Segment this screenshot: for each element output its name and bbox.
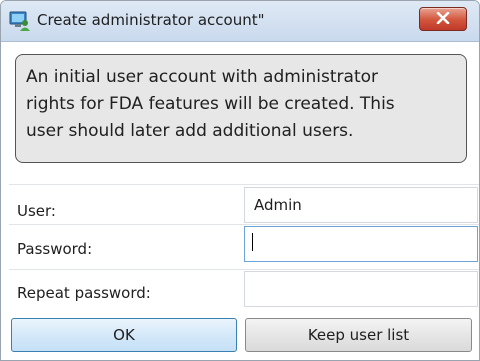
repeat-password-label: Repeat password: (17, 284, 151, 302)
text-caret (252, 233, 253, 251)
divider (9, 269, 479, 270)
password-field[interactable] (244, 226, 478, 262)
info-message-box: An initial user account with administrat… (15, 54, 467, 163)
ok-button[interactable]: OK (11, 318, 237, 352)
divider (9, 184, 479, 185)
close-x-icon (436, 12, 450, 24)
info-line: user should later add additional users. (26, 121, 354, 141)
repeat-password-field[interactable] (244, 271, 478, 307)
info-line: rights for FDA features will be created.… (26, 94, 395, 114)
keep-user-list-button[interactable]: Keep user list (245, 318, 472, 352)
password-label: Password: (17, 240, 93, 258)
divider (9, 224, 479, 225)
computer-user-icon (9, 11, 31, 31)
user-field[interactable] (244, 187, 478, 223)
info-line: An initial user account with administrat… (26, 67, 379, 87)
title-bar[interactable]: Create administrator account" (1, 1, 479, 42)
dialog-window: Create administrator account" An initial… (0, 0, 480, 361)
close-button[interactable] (419, 7, 467, 31)
user-label: User: (17, 202, 56, 220)
window-title: Create administrator account" (37, 11, 265, 29)
